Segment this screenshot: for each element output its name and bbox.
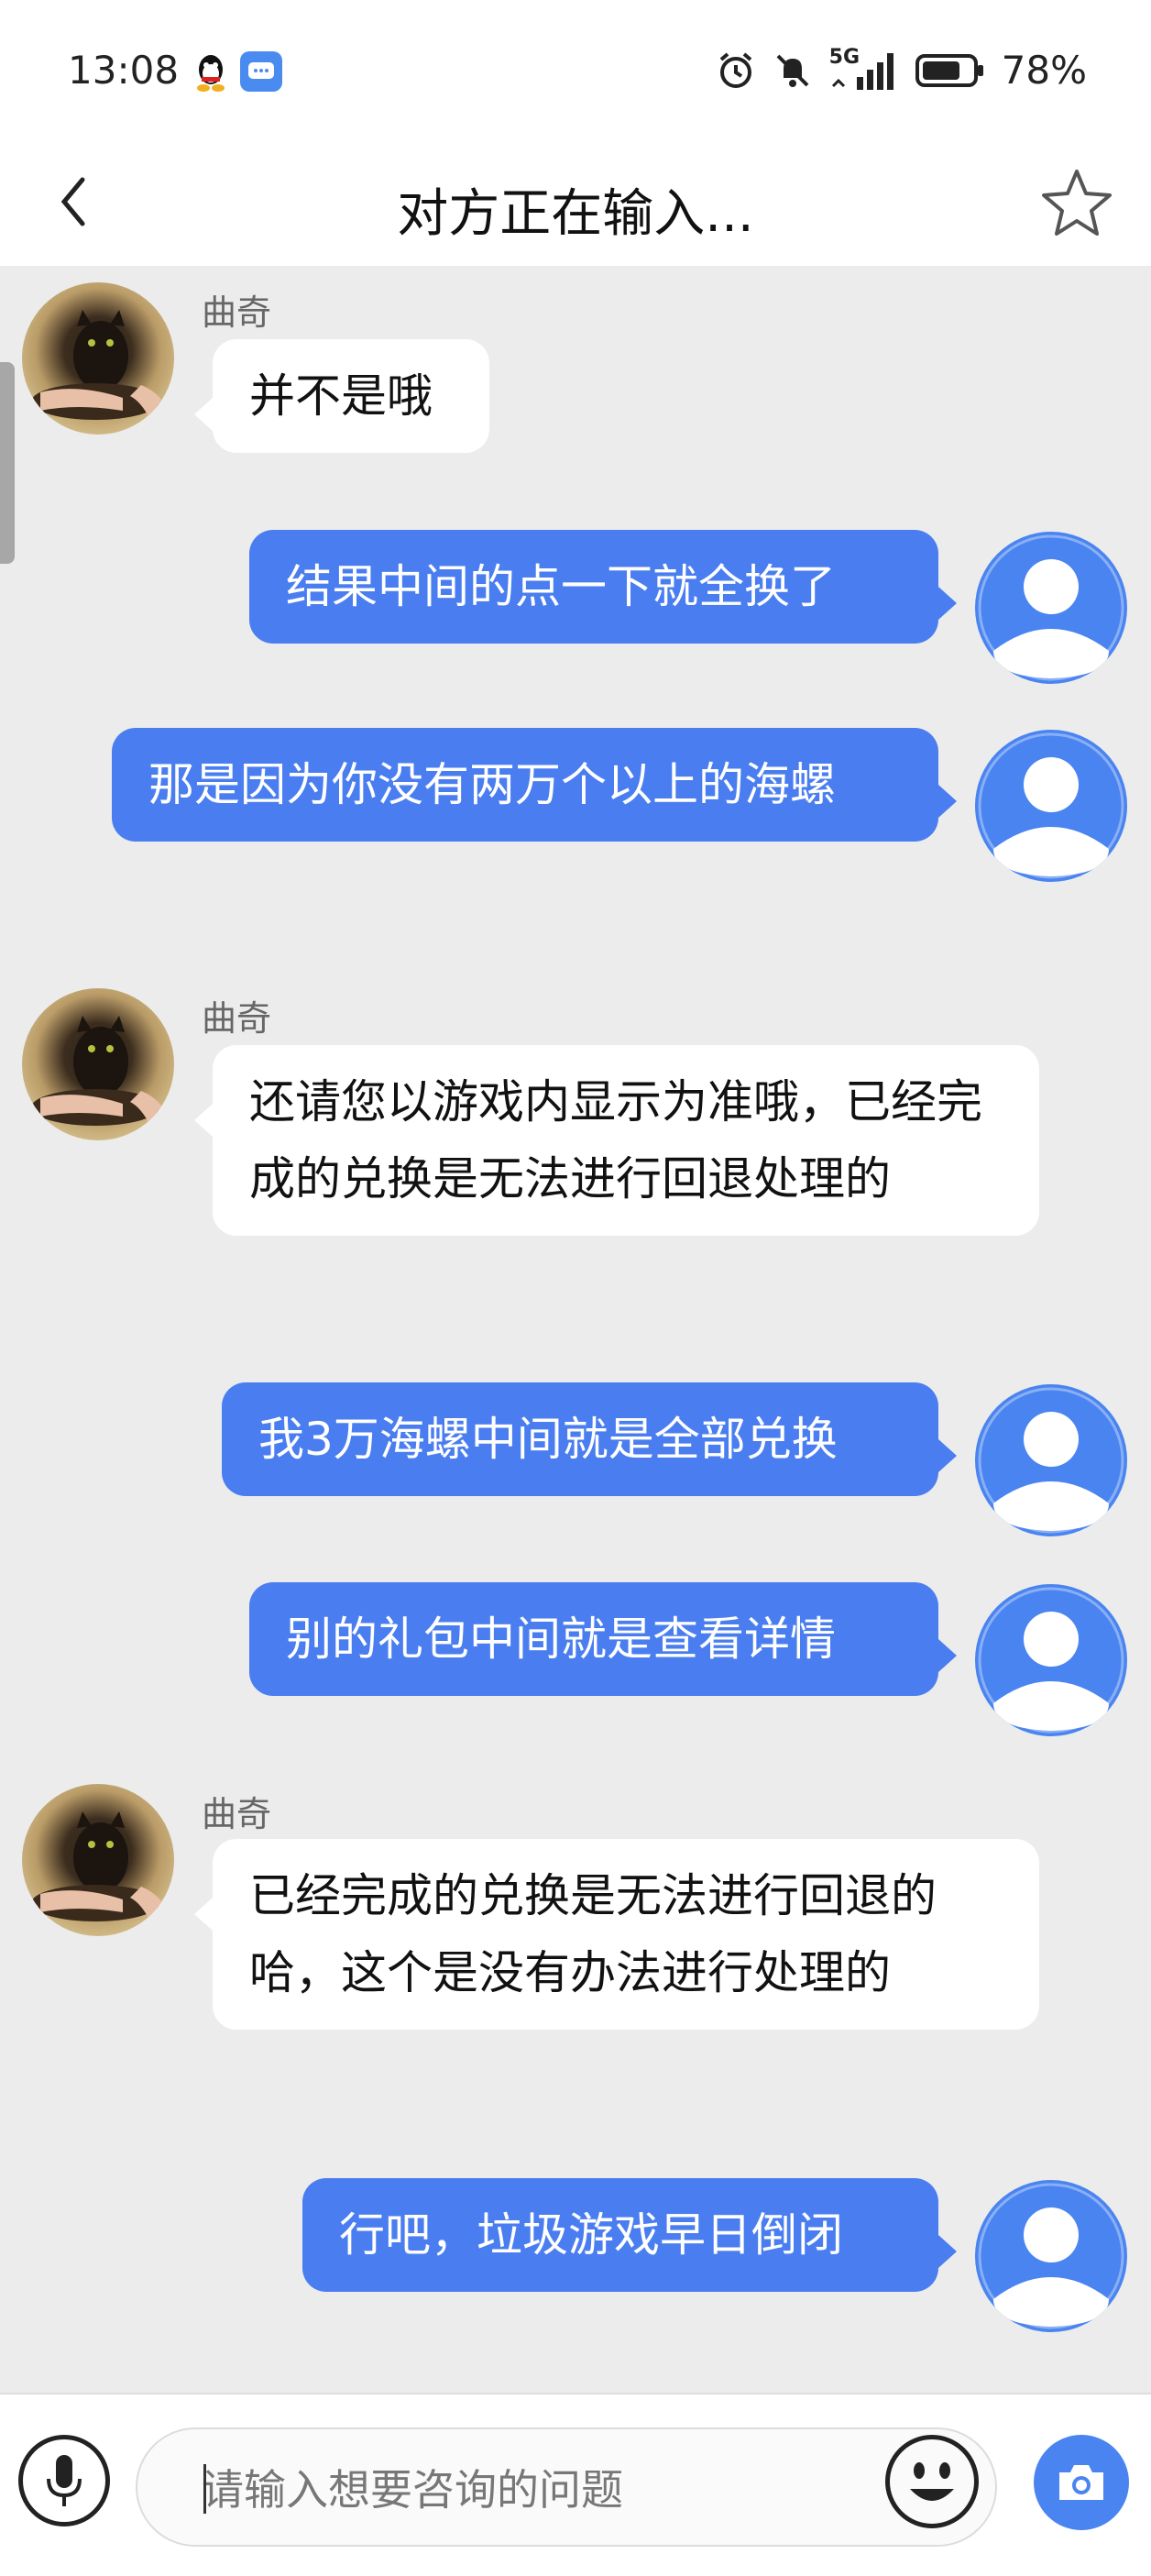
sender-name: 曲奇 bbox=[202, 292, 272, 333]
message-input[interactable]: 请输入想要咨询的问题 bbox=[136, 2427, 997, 2547]
user-avatar[interactable] bbox=[975, 730, 1127, 882]
cat-image bbox=[31, 1811, 169, 1921]
user-avatar[interactable] bbox=[975, 1584, 1127, 1736]
signal-icon: 5G bbox=[829, 46, 899, 92]
star-outline-icon bbox=[1042, 170, 1112, 236]
input-placeholder: 请输入想要咨询的问题 bbox=[202, 2465, 623, 2515]
user-avatar[interactable] bbox=[975, 532, 1127, 684]
voice-button[interactable] bbox=[18, 2435, 110, 2526]
favorite-button[interactable] bbox=[1036, 161, 1118, 244]
cat-image bbox=[31, 1016, 169, 1126]
user-avatar[interactable] bbox=[975, 1384, 1127, 1536]
user-avatar[interactable] bbox=[975, 2180, 1127, 2332]
cat-image bbox=[31, 310, 169, 420]
battery-percent: 78% bbox=[1001, 48, 1087, 93]
person-icon bbox=[978, 2183, 1124, 2329]
sender-name: 曲奇 bbox=[202, 1794, 272, 1834]
camera-button[interactable] bbox=[1034, 2435, 1129, 2530]
scroll-handle[interactable] bbox=[0, 362, 15, 564]
alarm-icon bbox=[719, 51, 751, 88]
person-icon bbox=[978, 1387, 1124, 1534]
battery-icon bbox=[915, 53, 983, 87]
agent-avatar[interactable] bbox=[22, 1784, 174, 1936]
outgoing-message[interactable]: 我3万海螺中间就是全部兑换 bbox=[222, 1382, 957, 1496]
emoji-icon bbox=[910, 2462, 954, 2501]
text-caret bbox=[203, 2464, 206, 2514]
outgoing-message[interactable]: 别的礼包中间就是查看详情 bbox=[249, 1582, 957, 1696]
mute-icon bbox=[776, 54, 809, 87]
microphone-icon bbox=[47, 2455, 82, 2506]
camera-icon bbox=[1059, 2465, 1103, 2500]
input-bar: 请输入想要咨询的问题 bbox=[0, 2393, 1151, 2576]
qq-icon bbox=[197, 55, 225, 92]
incoming-message[interactable]: 并不是哦 bbox=[194, 339, 489, 453]
outgoing-message[interactable]: 行吧，垃圾游戏早日倒闭 bbox=[302, 2178, 957, 2292]
agent-avatar[interactable] bbox=[22, 282, 174, 435]
message-icon bbox=[240, 51, 282, 92]
person-icon bbox=[978, 534, 1124, 681]
incoming-message[interactable]: 还请您以游戏内显示为准哦，已经完成的兑换是无法进行回退处理的 bbox=[194, 1045, 1039, 1236]
outgoing-message[interactable]: 那是因为你没有两万个以上的海螺 bbox=[112, 728, 957, 842]
incoming-message[interactable]: 已经完成的兑换是无法进行回退的哈，这个是没有办法进行处理的 bbox=[194, 1839, 1039, 2030]
status-time: 13:08 bbox=[68, 48, 180, 93]
chat-header: 对方正在输入... bbox=[0, 138, 1151, 266]
outgoing-message[interactable]: 结果中间的点一下就全换了 bbox=[249, 530, 957, 644]
person-icon bbox=[978, 1587, 1124, 1734]
emoji-button[interactable] bbox=[885, 2435, 979, 2528]
chat-title: 对方正在输入... bbox=[397, 184, 754, 244]
status-right: 5G 78% bbox=[716, 46, 1087, 93]
sender-name: 曲奇 bbox=[202, 998, 272, 1039]
person-icon bbox=[978, 732, 1124, 879]
status-bar: 13:08 5G 78% bbox=[0, 0, 1151, 138]
agent-avatar[interactable] bbox=[22, 988, 174, 1140]
